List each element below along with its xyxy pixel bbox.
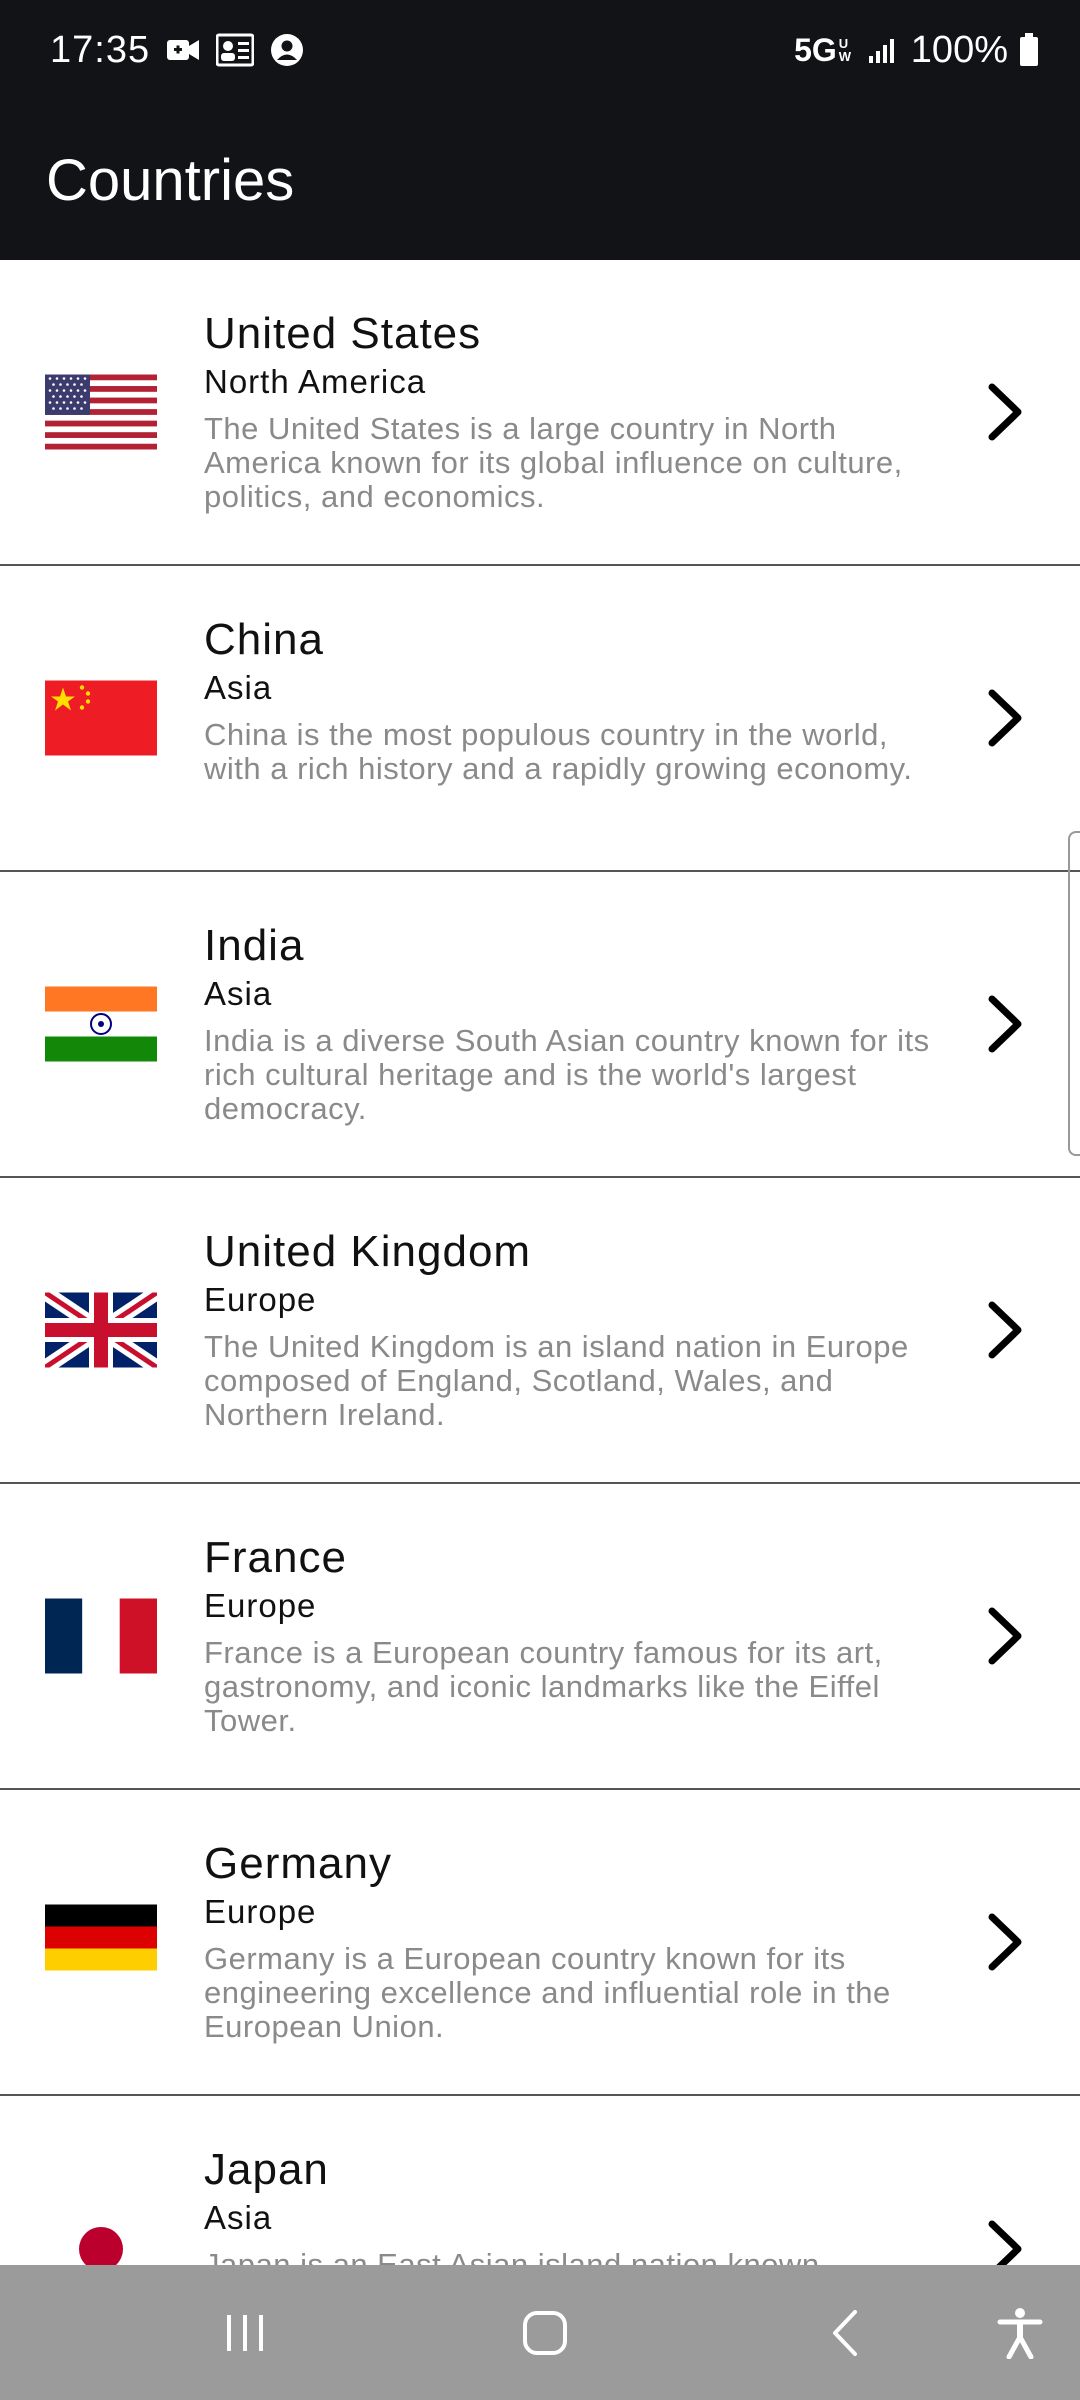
country-description: Japan is an East Asian island nation kno… xyxy=(204,2247,820,2266)
country-description: The United States is a large country in … xyxy=(204,411,903,514)
country-continent: Asia xyxy=(204,2199,273,2236)
country-name: France xyxy=(204,1533,347,1582)
uk-flag-icon xyxy=(45,1292,157,1368)
chevron-right-icon[interactable] xyxy=(980,685,1030,751)
chevron-right-icon[interactable] xyxy=(980,1603,1030,1669)
country-continent: Europe xyxy=(204,1281,317,1318)
page-title: Countries xyxy=(46,147,295,213)
account-circle-icon xyxy=(268,31,306,69)
country-description: China is the most populous country in th… xyxy=(204,717,913,786)
signal-icon xyxy=(863,31,901,69)
status-time: 17:35 xyxy=(50,28,151,71)
contact-card-icon xyxy=(216,31,255,69)
country-continent: Asia xyxy=(204,669,273,706)
status-right: 5G UW 100% xyxy=(794,29,1040,72)
list-item-china[interactable]: China Asia China is the most populous co… xyxy=(0,566,1080,872)
chevron-right-icon[interactable] xyxy=(980,991,1030,1057)
navigation-bar xyxy=(0,2265,1080,2400)
accessibility-icon xyxy=(997,2307,1043,2359)
status-left: 17:35 xyxy=(50,29,306,72)
country-name: United States xyxy=(204,309,482,358)
country-name: United Kingdom xyxy=(204,1227,532,1276)
country-continent: North America xyxy=(204,363,427,400)
country-texts: United States North America The United S… xyxy=(204,308,934,514)
network-sub-label: UW xyxy=(838,36,852,64)
us-flag-icon xyxy=(45,374,157,450)
india-flag-icon xyxy=(45,986,157,1062)
video-call-icon xyxy=(164,31,202,69)
country-texts: Japan Asia Japan is an East Asian island… xyxy=(204,2144,934,2265)
country-description: France is a European country famous for … xyxy=(204,1635,883,1738)
country-name: India xyxy=(204,921,305,970)
country-description: Germany is a European country known for … xyxy=(204,1941,891,2044)
japan-flag-icon xyxy=(45,2211,157,2265)
country-texts: China Asia China is the most populous co… xyxy=(204,614,934,786)
battery-percent: 100% xyxy=(910,28,1008,71)
accessibility-button[interactable] xyxy=(975,2265,1065,2400)
country-texts: Germany Europe Germany is a European cou… xyxy=(204,1838,934,2044)
recent-apps-button[interactable] xyxy=(200,2265,290,2400)
country-description: India is a diverse South Asian country k… xyxy=(204,1023,930,1126)
network-label: 5G xyxy=(794,31,837,68)
chevron-right-icon[interactable] xyxy=(980,1297,1030,1363)
chevron-right-icon[interactable] xyxy=(980,2216,1030,2265)
back-icon xyxy=(833,2309,857,2356)
list-item-france[interactable]: France Europe France is a European count… xyxy=(0,1484,1080,1790)
battery-icon xyxy=(1018,31,1040,69)
recent-apps-icon xyxy=(227,2314,263,2351)
status-bar: 17:35 5G UW 100% xyxy=(0,0,1080,100)
home-button[interactable] xyxy=(500,2265,590,2400)
app-bar: Countries xyxy=(0,100,1080,260)
screen: 17:35 5G UW 100% Countries United States… xyxy=(0,0,1080,2400)
country-description: The United Kingdom is an island nation i… xyxy=(204,1329,909,1432)
country-name: Japan xyxy=(204,2145,329,2194)
country-name: China xyxy=(204,615,324,664)
china-flag-icon xyxy=(45,680,157,756)
country-texts: United Kingdom Europe The United Kingdom… xyxy=(204,1226,934,1432)
back-button[interactable] xyxy=(800,2265,890,2400)
germany-flag-icon xyxy=(45,1904,157,1980)
list-item-japan[interactable]: Japan Asia Japan is an East Asian island… xyxy=(0,2096,1080,2265)
home-icon xyxy=(523,2310,567,2355)
france-flag-icon xyxy=(45,1598,157,1674)
chevron-right-icon[interactable] xyxy=(980,379,1030,445)
country-texts: India Asia India is a diverse South Asia… xyxy=(204,920,934,1126)
list-item-india[interactable]: India Asia India is a diverse South Asia… xyxy=(0,872,1080,1178)
scrollbar[interactable] xyxy=(1068,831,1080,1156)
chevron-right-icon[interactable] xyxy=(980,1909,1030,1975)
country-continent: Europe xyxy=(204,1587,317,1624)
country-continent: Asia xyxy=(204,975,273,1012)
network-indicator: 5G UW xyxy=(794,32,853,69)
country-list[interactable]: United States North America The United S… xyxy=(0,260,1080,2265)
country-name: Germany xyxy=(204,1839,392,1888)
country-texts: France Europe France is a European count… xyxy=(204,1532,934,1738)
country-continent: Europe xyxy=(204,1893,317,1930)
list-item-united-kingdom[interactable]: United Kingdom Europe The United Kingdom… xyxy=(0,1178,1080,1484)
list-item-germany[interactable]: Germany Europe Germany is a European cou… xyxy=(0,1790,1080,2096)
list-item-united-states[interactable]: United States North America The United S… xyxy=(0,260,1080,566)
